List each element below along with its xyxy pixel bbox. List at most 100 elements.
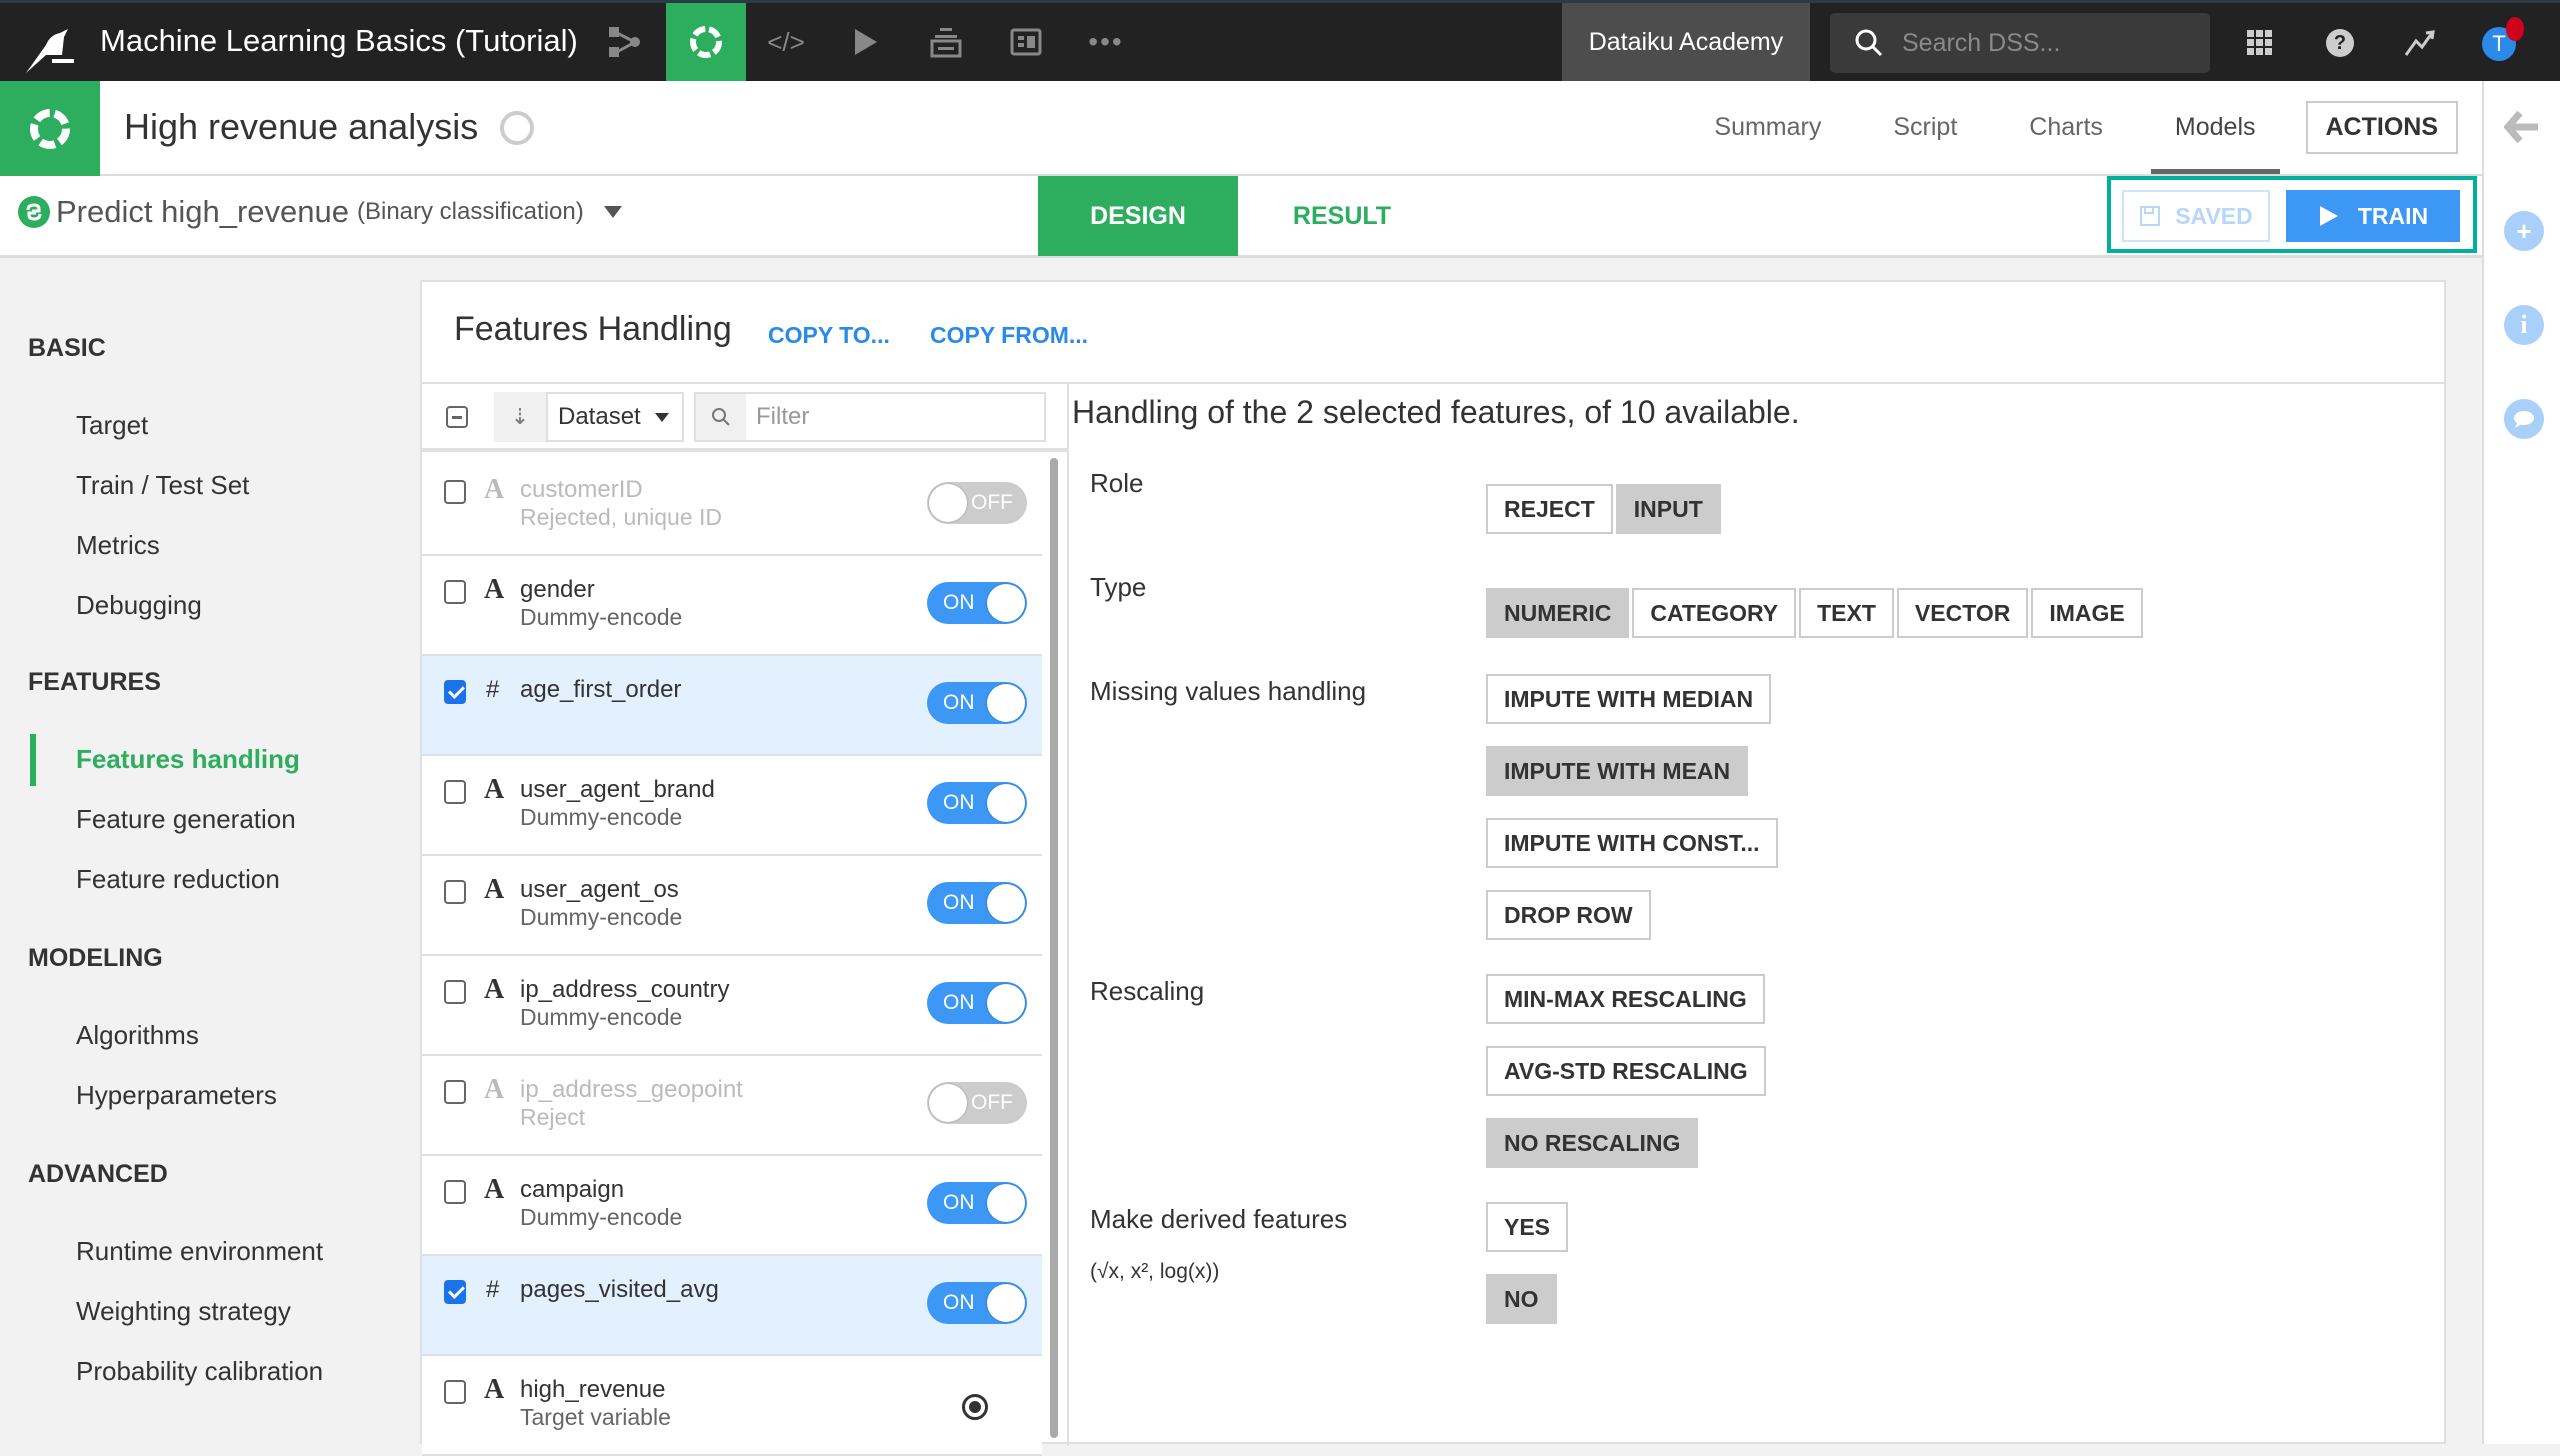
feature-checkbox[interactable] [444,1280,466,1304]
global-search[interactable] [1830,13,2210,73]
role-label: Role [1090,468,1144,498]
feature-checkbox[interactable] [444,880,466,904]
discussion-icon[interactable] [2504,399,2544,439]
datasets-stack-icon[interactable] [906,3,986,81]
sidebar-item-weighting-strategy[interactable]: Weighting strategy [76,1296,291,1327]
derived-yes-button[interactable]: YES [1486,1202,1569,1252]
feature-row[interactable]: A ip_address_geopoint Reject OFF [422,1056,1042,1156]
feature-row[interactable]: # pages_visited_avg ON [422,1256,1042,1356]
feature-toggle[interactable]: ON [927,1282,1027,1324]
feature-checkbox[interactable] [444,680,466,704]
section-basic: BASIC [28,334,106,362]
no-rescaling-button[interactable]: NO RESCALING [1486,1118,1699,1168]
feature-toggle[interactable]: OFF [927,482,1027,524]
project-title[interactable]: Machine Learning Basics (Tutorial) [100,23,578,59]
sidebar-item-debugging[interactable]: Debugging [76,590,202,621]
tab-result[interactable]: RESULT [1238,176,1446,256]
role-input-button[interactable]: INPUT [1615,484,1721,534]
arrow-left-icon[interactable] [2503,110,2540,148]
feature-checkbox[interactable] [444,1380,466,1404]
type-category-button[interactable]: CATEGORY [1632,588,1797,638]
impute-constant-button[interactable]: IMPUTE WITH CONST... [1486,818,1778,868]
caret-down-icon[interactable] [603,206,622,218]
feature-toggle[interactable]: ON [927,1182,1027,1224]
tab-design[interactable]: DESIGN [1038,176,1238,256]
sidebar-item-target[interactable]: Target [76,410,148,441]
impute-mean-button[interactable]: IMPUTE WITH MEAN [1486,746,1749,796]
type-text-button[interactable]: TEXT [1799,588,1894,638]
apps-grid-icon[interactable] [2240,23,2280,63]
feature-row[interactable]: A user_agent_brand Dummy-encode ON [422,756,1042,856]
list-scrollbar[interactable] [1050,458,1058,1438]
run-icon[interactable] [826,3,906,81]
feature-row[interactable]: A campaign Dummy-encode ON [422,1156,1042,1256]
feature-toggle[interactable]: ON [927,982,1027,1024]
filter-box[interactable] [694,392,1046,442]
instance-label[interactable]: Dataiku Academy [1562,3,1810,81]
type-vector-button[interactable]: VECTOR [1896,588,2029,638]
feature-toggle[interactable]: ON [927,682,1027,724]
tab-summary[interactable]: Summary [1714,81,1821,174]
sidebar-item-runtime-environment[interactable]: Runtime environment [76,1236,323,1267]
sidebar-item-feature-generation[interactable]: Feature generation [76,804,296,835]
tab-script[interactable]: Script [1893,81,1957,174]
more-icon[interactable]: ••• [1066,3,1146,81]
task-selector[interactable]: Predict high_revenue (Binary classificat… [18,194,622,230]
drop-row-button[interactable]: DROP ROW [1486,890,1651,940]
ml-lab-icon[interactable] [666,3,746,81]
sort-icon[interactable]: ⇣ [494,392,546,442]
analysis-status-icon[interactable] [500,111,534,145]
feature-checkbox[interactable] [444,1180,466,1204]
help-icon[interactable]: ? [2320,23,2360,63]
feature-toggle[interactable]: OFF [927,1082,1027,1124]
sidebar-item-feature-reduction[interactable]: Feature reduction [76,864,280,895]
flow-icon[interactable] [584,3,664,81]
sidebar-item-algorithms[interactable]: Algorithms [76,1020,199,1051]
feature-checkbox[interactable] [444,780,466,804]
avgstd-rescaling-button[interactable]: AVG-STD RESCALING [1486,1046,1766,1096]
feature-row[interactable]: # age_first_order ON [422,656,1042,756]
feature-name: age_first_order [520,676,682,703]
copy-from-link[interactable]: COPY FROM... [930,322,1088,349]
feature-row[interactable]: A customerID Rejected, unique ID OFF [422,456,1042,556]
role-reject-button[interactable]: REJECT [1486,484,1613,534]
feature-toggle[interactable]: ON [927,782,1027,824]
train-button[interactable]: TRAIN [2286,190,2460,242]
feature-checkbox[interactable] [444,1080,466,1104]
type-numeric-button[interactable]: NUMERIC [1486,588,1630,638]
feature-row[interactable]: A ip_address_country Dummy-encode ON [422,956,1042,1056]
sidebar-item-hyperparameters[interactable]: Hyperparameters [76,1080,277,1111]
impute-median-button[interactable]: IMPUTE WITH MEDIAN [1486,674,1772,724]
select-all-checkbox[interactable] [446,406,468,428]
sidebar-item-metrics[interactable]: Metrics [76,530,160,561]
filter-input[interactable] [746,394,1036,440]
dataiku-bird-logo-icon[interactable] [16,15,80,75]
sidebar-item-train-test-set[interactable]: Train / Test Set [76,470,249,501]
derived-no-button[interactable]: NO [1486,1274,1557,1324]
sidebar-item-probability-calibration[interactable]: Probability calibration [76,1356,323,1387]
info-icon[interactable]: i [2504,305,2544,345]
code-icon[interactable]: </> [746,3,826,81]
saved-button[interactable]: SAVED [2122,190,2270,242]
tab-models[interactable]: Models [2151,81,2279,174]
sort-select[interactable]: Dataset [546,392,684,442]
dashboard-icon[interactable] [986,3,1066,81]
feature-toggle[interactable]: ON [927,582,1027,624]
feature-row[interactable]: A user_agent_os Dummy-encode ON [422,856,1042,956]
missing-values-label: Missing values handling [1090,676,1367,706]
feature-checkbox[interactable] [444,480,466,504]
sidebar-item-features-handling[interactable]: Features handling [76,744,300,775]
minmax-rescaling-button[interactable]: MIN-MAX RESCALING [1486,974,1765,1024]
feature-row[interactable]: A gender Dummy-encode ON [422,556,1042,656]
search-input[interactable] [1902,28,2202,58]
type-image-button[interactable]: IMAGE [2031,588,2143,638]
activity-trend-icon[interactable] [2400,23,2440,63]
feature-row[interactable]: A high_revenue Target variable [422,1356,1042,1456]
actions-button[interactable]: ACTIONS [2305,101,2458,154]
feature-checkbox[interactable] [444,580,466,604]
tab-charts[interactable]: Charts [2029,81,2103,174]
plus-icon[interactable]: + [2504,211,2544,251]
feature-toggle[interactable]: ON [927,882,1027,924]
copy-to-link[interactable]: COPY TO... [768,322,890,349]
feature-checkbox[interactable] [444,980,466,1004]
